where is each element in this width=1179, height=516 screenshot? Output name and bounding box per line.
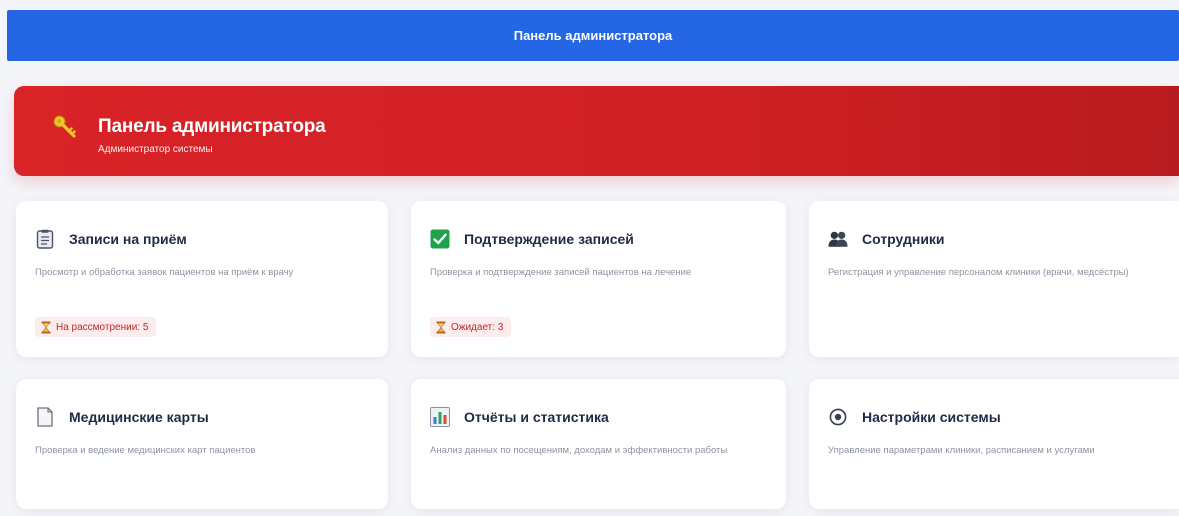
card-medical-records[interactable]: Медицинские карты Проверка и ведение мед… bbox=[16, 379, 388, 509]
hero-subtitle: Администратор системы bbox=[98, 144, 213, 155]
key-icon bbox=[52, 114, 78, 140]
badge-text: Ожидает: 3 bbox=[451, 321, 504, 333]
card-system-settings[interactable]: Настройки системы Управление параметрами… bbox=[809, 379, 1179, 509]
card-description: Проверка и ведение медицинских карт паци… bbox=[35, 445, 256, 456]
card-title: Сотрудники bbox=[862, 231, 945, 247]
card-title: Отчёты и статистика bbox=[464, 409, 609, 425]
status-badge: На рассмотрении: 5 bbox=[35, 317, 157, 337]
card-description: Просмотр и обработка заявок пациентов на… bbox=[35, 267, 294, 278]
top-bar: Панель администратора bbox=[7, 10, 1179, 61]
document-icon bbox=[35, 407, 55, 427]
bar-chart-icon bbox=[430, 407, 450, 427]
clipboard-icon bbox=[35, 229, 55, 249]
card-appointments[interactable]: Записи на приём Просмотр и обработка зая… bbox=[16, 201, 388, 357]
check-icon bbox=[430, 229, 450, 249]
card-description: Анализ данных по посещениям, доходам и э… bbox=[430, 445, 728, 456]
hourglass-icon bbox=[436, 321, 446, 334]
people-icon bbox=[828, 229, 848, 249]
card-description: Проверка и подтверждение записей пациент… bbox=[430, 267, 692, 278]
admin-header-banner: Панель администратора Администратор сист… bbox=[14, 86, 1179, 176]
card-title: Записи на приём bbox=[69, 231, 187, 247]
card-confirm-appointments[interactable]: Подтверждение записей Проверка и подтвер… bbox=[411, 201, 786, 357]
status-badge: Ожидает: 3 bbox=[430, 317, 512, 337]
hourglass-icon bbox=[41, 321, 51, 334]
card-staff[interactable]: Сотрудники Регистрация и управление перс… bbox=[809, 201, 1179, 357]
card-title: Медицинские карты bbox=[69, 409, 209, 425]
card-title: Подтверждение записей bbox=[464, 231, 634, 247]
badge-text: На рассмотрении: 5 bbox=[56, 321, 149, 333]
hero-title: Панель администратора bbox=[98, 116, 326, 137]
top-bar-title: Панель администратора bbox=[513, 28, 673, 43]
card-description: Управление параметрами клиники, расписан… bbox=[828, 445, 1095, 456]
card-reports[interactable]: Отчёты и статистика Анализ данных по пос… bbox=[411, 379, 786, 509]
card-description: Регистрация и управление персоналом клин… bbox=[828, 267, 1129, 278]
settings-icon bbox=[828, 407, 848, 427]
card-title: Настройки системы bbox=[862, 409, 1001, 425]
